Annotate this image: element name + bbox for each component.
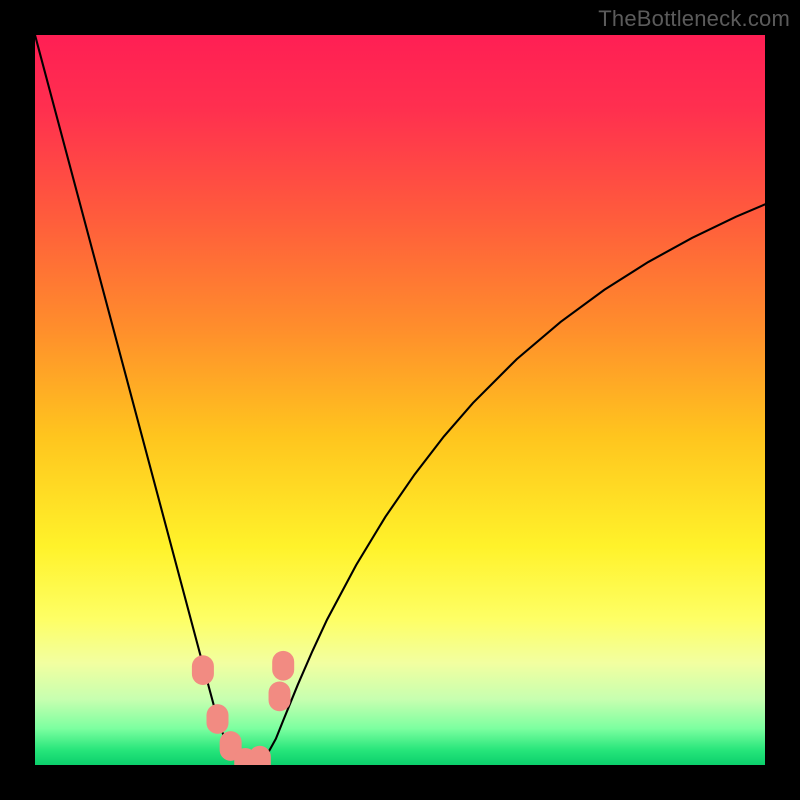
highlight-point [269, 682, 291, 712]
bottleneck-chart [35, 35, 765, 765]
highlight-point [272, 651, 294, 681]
highlight-point [192, 655, 214, 685]
watermark-text: TheBottleneck.com [598, 6, 790, 32]
chart-frame: TheBottleneck.com [0, 0, 800, 800]
highlight-point [207, 704, 229, 734]
chart-background [35, 35, 765, 765]
